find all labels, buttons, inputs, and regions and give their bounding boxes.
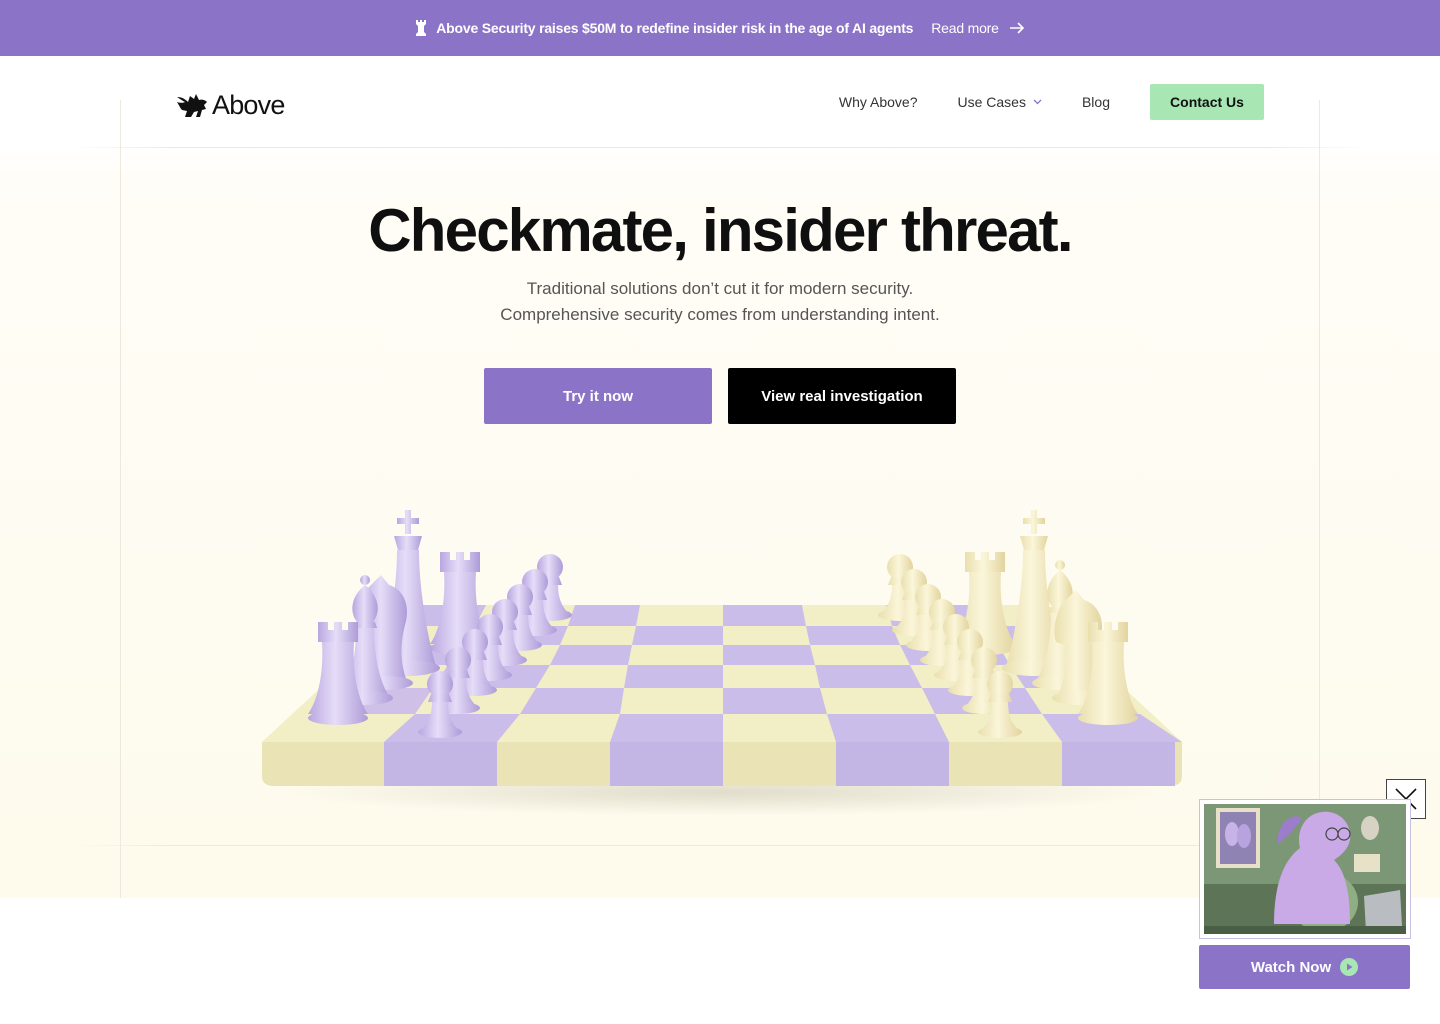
brand-logo[interactable]: Above [176, 90, 285, 121]
griffin-icon [177, 93, 207, 117]
nav-use-cases-label: Use Cases [957, 94, 1026, 110]
video-thumbnail-image [1204, 804, 1406, 934]
nav-blog[interactable]: Blog [1082, 94, 1110, 110]
hero-bottom-divider [70, 845, 1370, 846]
watch-now-label: Watch Now [1250, 958, 1332, 976]
announcement-text: Above Security raises $50M to redefine i… [436, 20, 914, 36]
video-thumbnail[interactable] [1199, 799, 1411, 939]
watch-now-button[interactable]: Watch Now [1199, 945, 1410, 989]
hero-subline-1: Traditional solutions don’t cut it for m… [526, 279, 914, 298]
nav-why-above[interactable]: Why Above? [839, 94, 918, 110]
contact-us-button[interactable]: Contact Us [1150, 84, 1264, 120]
nav-use-cases[interactable]: Use Cases [958, 94, 1042, 110]
hero-subline-2: Comprehensive security comes from unders… [500, 305, 940, 324]
announcement-bar: Above Security raises $50M to redefine i… [0, 0, 1440, 56]
read-more-link[interactable]: Read more [931, 20, 1024, 36]
view-investigation-button[interactable]: View real investigation [728, 368, 956, 424]
chevron-down-icon [1033, 99, 1042, 105]
site-header: Above Why Above? Use Cases Blog Contact … [0, 56, 1440, 148]
read-more-label: Read more [931, 20, 999, 36]
chessboard-illustration [262, 510, 1182, 816]
try-it-now-button[interactable]: Try it now [484, 368, 712, 424]
brand-name: Above [212, 90, 285, 120]
rook-icon [416, 20, 427, 36]
main-nav: Why Above? Use Cases Blog Contact Us [839, 84, 1264, 120]
play-icon [1340, 958, 1359, 976]
hero-headline: Checkmate, insider threat. [368, 197, 1073, 264]
arrow-right-icon [1009, 22, 1024, 34]
